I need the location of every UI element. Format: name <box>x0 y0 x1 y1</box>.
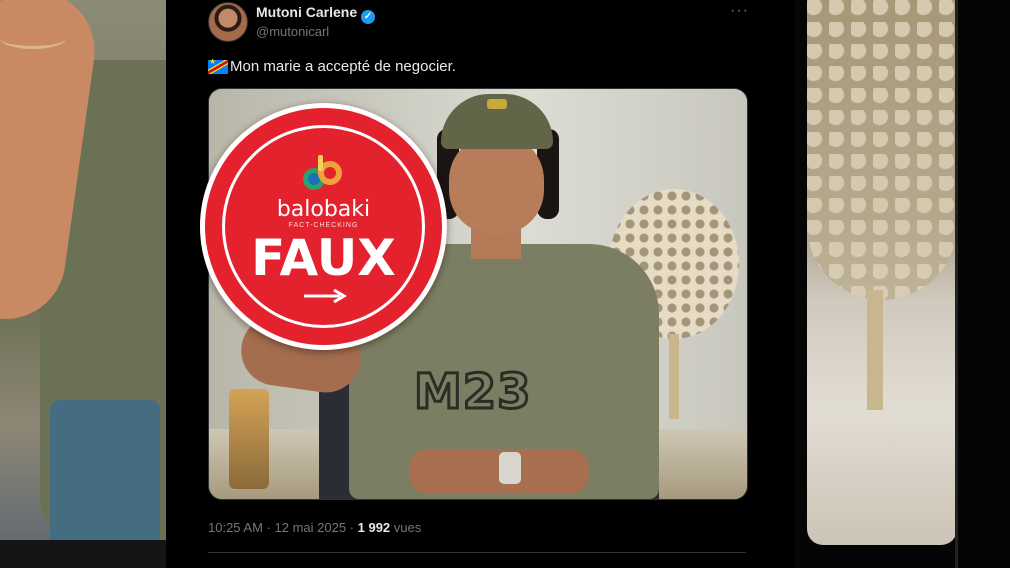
meta-dot-2: · <box>346 520 358 535</box>
background-edge <box>955 0 958 568</box>
background-photo-right <box>807 0 957 545</box>
image-shirt-print: M23 <box>413 363 533 422</box>
background-bottom <box>0 540 166 568</box>
stamp-verdict: FAUX <box>251 229 396 287</box>
author-handle[interactable]: @mutonicarl <box>256 24 329 39</box>
balobaki-logo-icon <box>303 155 342 190</box>
avatar[interactable] <box>208 2 248 42</box>
image-lamp <box>229 389 269 489</box>
background-sculpture <box>807 0 957 300</box>
fact-check-stamp: balobaki FACT-CHECKING FAUX <box>200 103 447 350</box>
background-blur-right <box>795 0 1010 568</box>
image-sculpture-stem <box>669 334 679 419</box>
verified-badge-icon: ✓ <box>361 10 376 24</box>
tweet-meta: 10:25 AM · 12 mai 2025 · 1 992 vues <box>208 520 421 535</box>
image-cap-logo <box>487 99 507 109</box>
views-count: 1 992 <box>357 520 391 535</box>
image-watch <box>499 452 521 484</box>
stamp-tagline: FACT-CHECKING <box>288 222 359 229</box>
more-options-icon[interactable]: ··· <box>730 2 749 20</box>
author-name[interactable]: Mutoni Carlene <box>256 4 357 20</box>
divider <box>208 552 746 553</box>
background-chair <box>50 400 160 550</box>
background-bracelet <box>0 28 66 49</box>
tweet-text-row: Mon marie a accepté de negocier. <box>208 57 456 75</box>
tweet-text: Mon marie a accepté de negocier. <box>230 58 456 75</box>
author-name-row[interactable]: Mutoni Carlene ✓ <box>256 4 376 24</box>
meta-dot: · <box>262 520 275 535</box>
stamp-brand: balobaki <box>276 197 371 222</box>
background-sculpture-stem <box>867 290 883 410</box>
views-label: vues <box>390 520 422 535</box>
drc-flag-icon <box>208 57 228 74</box>
background-blur-left <box>0 0 166 568</box>
arrow-right-icon <box>304 289 347 303</box>
tweet-time[interactable]: 10:25 AM <box>208 520 263 535</box>
tweet-date[interactable]: 12 mai 2025 <box>275 520 347 535</box>
image-person-head <box>449 134 544 234</box>
